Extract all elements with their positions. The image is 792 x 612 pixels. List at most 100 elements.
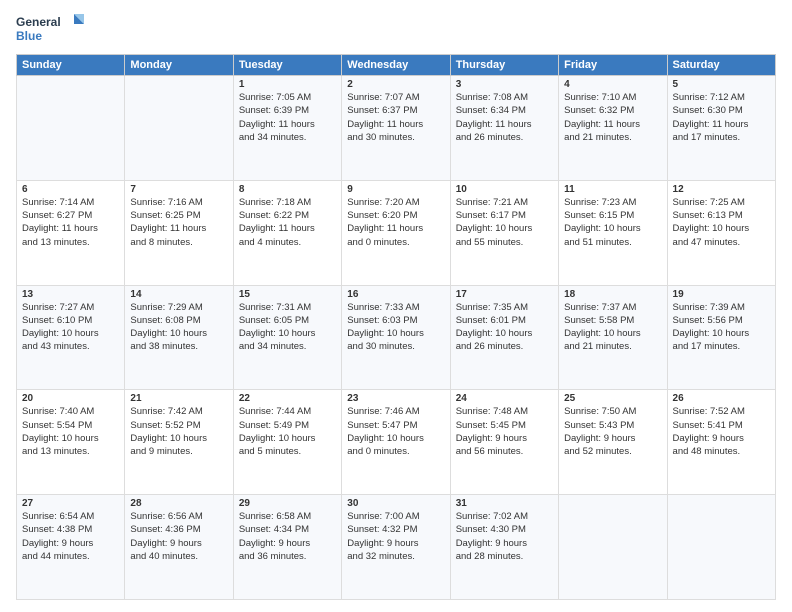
day-detail: Sunrise: 7:00 AMSunset: 4:32 PMDaylight:… [347, 510, 444, 563]
calendar-cell: 12Sunrise: 7:25 AMSunset: 6:13 PMDayligh… [667, 180, 775, 285]
day-detail: Sunrise: 7:44 AMSunset: 5:49 PMDaylight:… [239, 405, 336, 458]
calendar-cell [667, 495, 775, 600]
day-number: 22 [239, 393, 336, 404]
week-row-5: 27Sunrise: 6:54 AMSunset: 4:38 PMDayligh… [17, 495, 776, 600]
svg-text:General: General [16, 15, 61, 29]
calendar-cell: 30Sunrise: 7:00 AMSunset: 4:32 PMDayligh… [342, 495, 450, 600]
day-number: 26 [673, 393, 770, 404]
calendar-cell: 20Sunrise: 7:40 AMSunset: 5:54 PMDayligh… [17, 390, 125, 495]
logo: General Blue [16, 12, 86, 48]
calendar-cell: 18Sunrise: 7:37 AMSunset: 5:58 PMDayligh… [559, 285, 667, 390]
calendar-cell: 4Sunrise: 7:10 AMSunset: 6:32 PMDaylight… [559, 76, 667, 181]
day-detail: Sunrise: 7:18 AMSunset: 6:22 PMDaylight:… [239, 196, 336, 249]
day-number: 24 [456, 393, 553, 404]
calendar-cell: 26Sunrise: 7:52 AMSunset: 5:41 PMDayligh… [667, 390, 775, 495]
day-number: 21 [130, 393, 227, 404]
day-number: 11 [564, 184, 661, 195]
day-number: 31 [456, 498, 553, 509]
day-number: 25 [564, 393, 661, 404]
day-detail: Sunrise: 7:16 AMSunset: 6:25 PMDaylight:… [130, 196, 227, 249]
calendar-cell: 25Sunrise: 7:50 AMSunset: 5:43 PMDayligh… [559, 390, 667, 495]
calendar-cell: 11Sunrise: 7:23 AMSunset: 6:15 PMDayligh… [559, 180, 667, 285]
calendar-cell: 15Sunrise: 7:31 AMSunset: 6:05 PMDayligh… [233, 285, 341, 390]
day-number: 19 [673, 289, 770, 300]
calendar-header-row: SundayMondayTuesdayWednesdayThursdayFrid… [17, 55, 776, 76]
calendar-cell: 3Sunrise: 7:08 AMSunset: 6:34 PMDaylight… [450, 76, 558, 181]
calendar-cell [17, 76, 125, 181]
day-number: 4 [564, 79, 661, 90]
day-number: 1 [239, 79, 336, 90]
day-number: 14 [130, 289, 227, 300]
day-detail: Sunrise: 7:27 AMSunset: 6:10 PMDaylight:… [22, 301, 119, 354]
calendar-cell: 1Sunrise: 7:05 AMSunset: 6:39 PMDaylight… [233, 76, 341, 181]
header-thursday: Thursday [450, 55, 558, 76]
day-detail: Sunrise: 6:58 AMSunset: 4:34 PMDaylight:… [239, 510, 336, 563]
calendar-cell: 31Sunrise: 7:02 AMSunset: 4:30 PMDayligh… [450, 495, 558, 600]
day-number: 8 [239, 184, 336, 195]
day-number: 9 [347, 184, 444, 195]
day-number: 15 [239, 289, 336, 300]
calendar-cell: 6Sunrise: 7:14 AMSunset: 6:27 PMDaylight… [17, 180, 125, 285]
day-number: 23 [347, 393, 444, 404]
day-number: 7 [130, 184, 227, 195]
calendar-cell: 7Sunrise: 7:16 AMSunset: 6:25 PMDaylight… [125, 180, 233, 285]
calendar-cell: 8Sunrise: 7:18 AMSunset: 6:22 PMDaylight… [233, 180, 341, 285]
calendar-cell: 23Sunrise: 7:46 AMSunset: 5:47 PMDayligh… [342, 390, 450, 495]
day-detail: Sunrise: 7:35 AMSunset: 6:01 PMDaylight:… [456, 301, 553, 354]
calendar-cell: 10Sunrise: 7:21 AMSunset: 6:17 PMDayligh… [450, 180, 558, 285]
day-detail: Sunrise: 7:31 AMSunset: 6:05 PMDaylight:… [239, 301, 336, 354]
calendar-cell: 17Sunrise: 7:35 AMSunset: 6:01 PMDayligh… [450, 285, 558, 390]
day-detail: Sunrise: 7:40 AMSunset: 5:54 PMDaylight:… [22, 405, 119, 458]
calendar-cell: 19Sunrise: 7:39 AMSunset: 5:56 PMDayligh… [667, 285, 775, 390]
header-wednesday: Wednesday [342, 55, 450, 76]
day-detail: Sunrise: 6:54 AMSunset: 4:38 PMDaylight:… [22, 510, 119, 563]
day-number: 2 [347, 79, 444, 90]
day-number: 17 [456, 289, 553, 300]
calendar-cell: 27Sunrise: 6:54 AMSunset: 4:38 PMDayligh… [17, 495, 125, 600]
day-number: 30 [347, 498, 444, 509]
day-detail: Sunrise: 7:21 AMSunset: 6:17 PMDaylight:… [456, 196, 553, 249]
day-detail: Sunrise: 7:52 AMSunset: 5:41 PMDaylight:… [673, 405, 770, 458]
header-sunday: Sunday [17, 55, 125, 76]
header-friday: Friday [559, 55, 667, 76]
day-detail: Sunrise: 7:02 AMSunset: 4:30 PMDaylight:… [456, 510, 553, 563]
calendar-cell: 9Sunrise: 7:20 AMSunset: 6:20 PMDaylight… [342, 180, 450, 285]
day-number: 13 [22, 289, 119, 300]
day-detail: Sunrise: 7:33 AMSunset: 6:03 PMDaylight:… [347, 301, 444, 354]
calendar-cell: 22Sunrise: 7:44 AMSunset: 5:49 PMDayligh… [233, 390, 341, 495]
day-detail: Sunrise: 7:07 AMSunset: 6:37 PMDaylight:… [347, 91, 444, 144]
day-detail: Sunrise: 7:39 AMSunset: 5:56 PMDaylight:… [673, 301, 770, 354]
day-detail: Sunrise: 7:14 AMSunset: 6:27 PMDaylight:… [22, 196, 119, 249]
day-detail: Sunrise: 7:10 AMSunset: 6:32 PMDaylight:… [564, 91, 661, 144]
day-detail: Sunrise: 7:48 AMSunset: 5:45 PMDaylight:… [456, 405, 553, 458]
calendar-table: SundayMondayTuesdayWednesdayThursdayFrid… [16, 54, 776, 600]
day-detail: Sunrise: 7:42 AMSunset: 5:52 PMDaylight:… [130, 405, 227, 458]
header-monday: Monday [125, 55, 233, 76]
week-row-4: 20Sunrise: 7:40 AMSunset: 5:54 PMDayligh… [17, 390, 776, 495]
day-detail: Sunrise: 6:56 AMSunset: 4:36 PMDaylight:… [130, 510, 227, 563]
week-row-2: 6Sunrise: 7:14 AMSunset: 6:27 PMDaylight… [17, 180, 776, 285]
calendar-cell: 16Sunrise: 7:33 AMSunset: 6:03 PMDayligh… [342, 285, 450, 390]
day-number: 16 [347, 289, 444, 300]
day-number: 6 [22, 184, 119, 195]
day-number: 5 [673, 79, 770, 90]
calendar-cell: 29Sunrise: 6:58 AMSunset: 4:34 PMDayligh… [233, 495, 341, 600]
day-number: 28 [130, 498, 227, 509]
day-detail: Sunrise: 7:20 AMSunset: 6:20 PMDaylight:… [347, 196, 444, 249]
day-detail: Sunrise: 7:23 AMSunset: 6:15 PMDaylight:… [564, 196, 661, 249]
calendar-cell: 2Sunrise: 7:07 AMSunset: 6:37 PMDaylight… [342, 76, 450, 181]
calendar-cell: 14Sunrise: 7:29 AMSunset: 6:08 PMDayligh… [125, 285, 233, 390]
day-detail: Sunrise: 7:46 AMSunset: 5:47 PMDaylight:… [347, 405, 444, 458]
calendar-cell: 21Sunrise: 7:42 AMSunset: 5:52 PMDayligh… [125, 390, 233, 495]
day-number: 27 [22, 498, 119, 509]
week-row-1: 1Sunrise: 7:05 AMSunset: 6:39 PMDaylight… [17, 76, 776, 181]
week-row-3: 13Sunrise: 7:27 AMSunset: 6:10 PMDayligh… [17, 285, 776, 390]
day-detail: Sunrise: 7:37 AMSunset: 5:58 PMDaylight:… [564, 301, 661, 354]
day-detail: Sunrise: 7:25 AMSunset: 6:13 PMDaylight:… [673, 196, 770, 249]
svg-text:Blue: Blue [16, 29, 42, 43]
day-detail: Sunrise: 7:05 AMSunset: 6:39 PMDaylight:… [239, 91, 336, 144]
day-detail: Sunrise: 7:12 AMSunset: 6:30 PMDaylight:… [673, 91, 770, 144]
header-tuesday: Tuesday [233, 55, 341, 76]
day-detail: Sunrise: 7:08 AMSunset: 6:34 PMDaylight:… [456, 91, 553, 144]
day-number: 29 [239, 498, 336, 509]
